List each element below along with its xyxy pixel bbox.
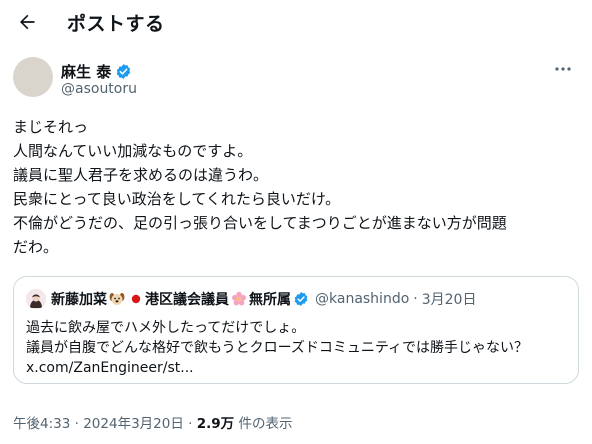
quoted-author-name[interactable]: 新藤加菜 bbox=[51, 289, 107, 309]
quoted-post-text: 過去に飲み屋でハメ外したってだけでしょ。 議員が自腹でどんな格好で飲もうとクロー… bbox=[26, 318, 566, 378]
quoted-post-line: 議員が自腹でどんな格好で飲もうとクローズドコミュニティでは勝手じゃない？ bbox=[26, 340, 529, 356]
quoted-post-date[interactable]: 3月20日 bbox=[422, 289, 477, 309]
more-options-button[interactable] bbox=[551, 59, 575, 79]
tweet-line: だわ。 bbox=[13, 238, 59, 256]
more-horizontal-icon bbox=[555, 67, 571, 71]
author-row: 麻生 泰 @asoutoru bbox=[13, 57, 579, 101]
author-name-row[interactable]: 麻生 泰 bbox=[61, 61, 132, 82]
tweet-text: まじそれっ 人間なんていい加減なものですよ。 議員に聖人君子を求めるのは違うわ。… bbox=[13, 115, 579, 259]
tweet-line: 人間なんていい加減なものですよ。 bbox=[13, 142, 253, 160]
post-date[interactable]: 2024年3月20日 bbox=[83, 416, 184, 432]
quoted-author-avatar bbox=[26, 289, 46, 309]
post-metadata: 午後4:33 · 2024年3月20日 · 2.9万 件の表示 bbox=[13, 412, 292, 432]
separator-dot: · bbox=[74, 416, 79, 432]
cherry-blossom-icon bbox=[232, 291, 246, 306]
japan-flag-icon bbox=[131, 294, 141, 304]
page-title: ポストする bbox=[67, 13, 165, 35]
back-button[interactable] bbox=[14, 9, 40, 35]
tweet-line: 議員に聖人君子を求めるのは違うわ。 bbox=[13, 166, 269, 184]
quoted-post-link[interactable]: x.com/ZanEngineer/st... bbox=[26, 358, 566, 378]
top-bar: ポストする bbox=[0, 0, 592, 44]
dog-face-icon bbox=[109, 293, 125, 305]
separator-dot: · bbox=[413, 291, 418, 307]
separator-dot: · bbox=[188, 416, 193, 432]
author-display-name[interactable]: 麻生 泰 bbox=[61, 61, 111, 82]
post-time[interactable]: 午後4:33 bbox=[13, 416, 70, 432]
arrow-left-icon bbox=[20, 14, 35, 30]
author-avatar[interactable] bbox=[13, 57, 53, 97]
tweet-line: 民衆にとって良い政治をしてくれたら良いだけ。 bbox=[13, 190, 341, 208]
view-count: 2.9万 bbox=[196, 416, 235, 432]
tweet-line: まじそれっ bbox=[13, 118, 89, 136]
verified-badge-icon bbox=[117, 64, 131, 79]
quoted-post-header: 新藤加菜 港区議会議員 無所属 @kanashindo · 3月20日 bbox=[26, 289, 476, 309]
verified-badge-icon bbox=[294, 292, 308, 306]
view-count-label: 件の表示 bbox=[238, 416, 293, 432]
quoted-post[interactable]: 新藤加菜 港区議会議員 無所属 @kanashindo · 3月20日 過去に飲… bbox=[13, 276, 579, 384]
quoted-author-title[interactable]: 港区議会議員 bbox=[145, 289, 229, 309]
author-handle[interactable]: @asoutoru bbox=[61, 81, 137, 97]
tweet-line: 不倫がどうだの、足の引っ張り合いをしてまつりごとが進まない方が問題 bbox=[13, 214, 507, 232]
quoted-post-line: 過去に飲み屋でハメ外したってだけでしょ。 bbox=[26, 320, 306, 336]
quoted-author-handle[interactable]: @kanashindo bbox=[315, 291, 409, 307]
quoted-author-affiliation[interactable]: 無所属 bbox=[249, 289, 291, 309]
